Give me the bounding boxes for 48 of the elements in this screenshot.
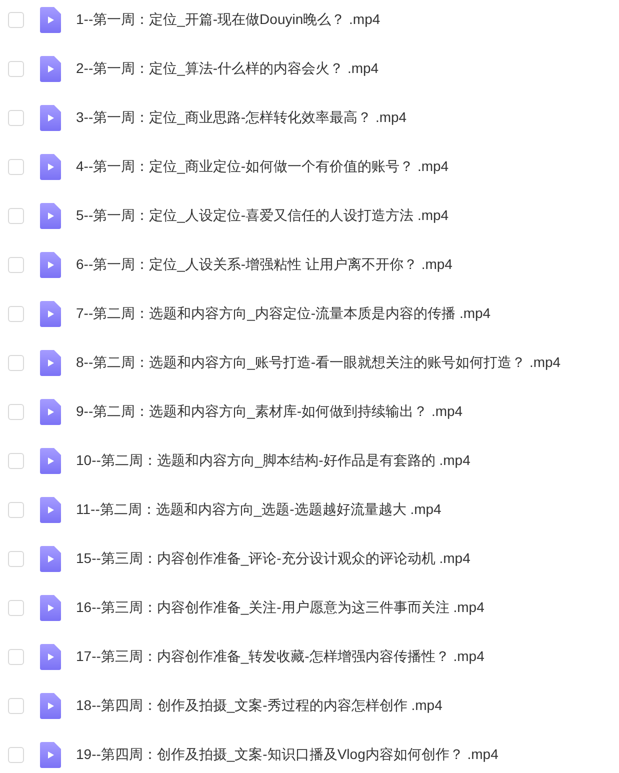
checkbox[interactable] (8, 550, 24, 566)
checkbox[interactable] (8, 60, 24, 76)
video-file-icon (40, 644, 61, 670)
video-file-icon (40, 202, 61, 228)
file-name[interactable]: 10--第二周：选题和内容方向_脚本结构-好作品是有套路的 .mp4 (76, 450, 470, 471)
checkbox[interactable] (8, 452, 24, 468)
video-file-icon (40, 6, 61, 32)
checkbox[interactable] (8, 502, 24, 518)
video-file-icon (40, 496, 61, 522)
video-file-icon (40, 546, 61, 572)
file-name[interactable]: 9--第二周：选题和内容方向_素材库-如何做到持续输出？ .mp4 (76, 401, 463, 422)
video-file-icon (40, 692, 61, 718)
video-file-icon (40, 300, 61, 326)
checkbox[interactable] (8, 306, 24, 322)
checkbox[interactable] (8, 158, 24, 174)
checkbox[interactable] (8, 746, 24, 762)
file-name[interactable]: 8--第二周：选题和内容方向_账号打造-看一眼就想关注的账号如何打造？ .mp4 (76, 352, 561, 373)
file-name[interactable]: 16--第三周：内容创作准备_关注-用户愿意为这三件事而关注 .mp4 (76, 597, 484, 618)
video-file-icon (40, 252, 61, 278)
video-file-icon (40, 742, 61, 768)
file-name[interactable]: 15--第三周：内容创作准备_评论-充分设计观众的评论动机 .mp4 (76, 548, 470, 569)
video-file-icon (40, 448, 61, 474)
checkbox[interactable] (8, 354, 24, 370)
file-name[interactable]: 2--第一周：定位_算法-什么样的内容会火？ .mp4 (76, 58, 379, 79)
video-file-icon (40, 104, 61, 130)
file-name[interactable]: 7--第二周：选题和内容方向_内容定位-流量本质是内容的传播 .mp4 (76, 303, 491, 324)
video-file-icon (40, 56, 61, 82)
video-file-icon (40, 594, 61, 620)
file-name[interactable]: 5--第一周：定位_人设定位-喜爱又信任的人设打造方法 .mp4 (76, 205, 449, 226)
checkbox[interactable] (8, 110, 24, 126)
file-name[interactable]: 11--第二周：选题和内容方向_选题-选题越好流量越大 .mp4 (76, 499, 442, 520)
file-name[interactable]: 1--第一周：定位_开篇-现在做Douyin晚么？ .mp4 (76, 9, 380, 30)
checkbox[interactable] (8, 12, 24, 28)
file-name[interactable]: 18--第四周：创作及拍摄_文案-秀过程的内容怎样创作 .mp4 (76, 695, 442, 716)
file-name[interactable]: 4--第一周：定位_商业定位-如何做一个有价值的账号？ .mp4 (76, 156, 449, 177)
checkbox[interactable] (8, 698, 24, 714)
video-file-icon (40, 350, 61, 376)
checkbox[interactable] (8, 600, 24, 616)
file-name[interactable]: 19--第四周：创作及拍摄_文案-知识口播及Vlog内容如何创作？ .mp4 (76, 744, 498, 765)
file-name[interactable]: 3--第一周：定位_商业思路-怎样转化效率最高？ .mp4 (76, 107, 407, 128)
checkbox[interactable] (8, 256, 24, 272)
file-name[interactable]: 6--第一周：定位_人设关系-增强粘性 让用户离不开你？ .mp4 (76, 254, 452, 275)
checkbox[interactable] (8, 208, 24, 224)
file-name[interactable]: 17--第三周：内容创作准备_转发收藏-怎样增强内容传播性？ .mp4 (76, 646, 484, 667)
checkbox[interactable] (8, 648, 24, 664)
video-file-icon (40, 154, 61, 180)
video-file-icon (40, 398, 61, 424)
checkbox[interactable] (8, 404, 24, 420)
